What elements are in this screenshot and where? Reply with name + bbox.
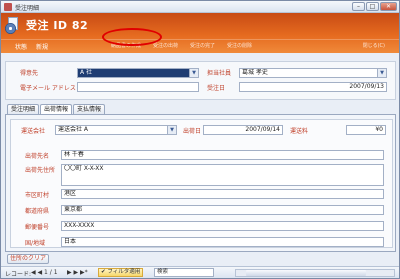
order-date-field[interactable]: 2007/09/13 [239, 82, 387, 92]
record-navigation-bar: レコード: ◀ ◀ 1 / 1 ▶ ▶ ▶* ✔ フィルタ適用 検索 [1, 266, 399, 278]
close-window-button[interactable]: ✕ [380, 2, 397, 11]
clear-address-button[interactable]: 住所のクリア [7, 254, 50, 264]
maximize-button[interactable]: □ [366, 2, 379, 11]
prefecture-field[interactable]: 東京都 [61, 205, 384, 215]
order-status: 状態 新規 [15, 42, 57, 51]
tab-order-details[interactable]: 受注明細 [7, 104, 40, 114]
city-field[interactable]: 港区 [61, 189, 384, 199]
shipping-details-panel: 運送会社 運送会社 A ▼ 出荷日 2007/09/14 運送料 ¥0 出荷先名… [10, 119, 393, 248]
window-titlebar: 受注明細 – □ ✕ [1, 1, 399, 13]
order-detail-window: 受注明細 – □ ✕ 受注 ID 82 状態 新規 納品書の作成 受注の出荷 受注… [0, 0, 400, 279]
salesperson-value: 葛城 孝史 [242, 69, 268, 76]
order-date-label: 受注日 [207, 85, 226, 92]
country-field[interactable]: 日本 [61, 237, 384, 247]
order-info-panel: 得意先 A 社 ▼ 電子メール アドレス 担当社員 葛城 孝史 ▼ 受注日 20… [5, 61, 396, 100]
customer-value: A 社 [80, 69, 93, 76]
record-label: レコード: [5, 271, 32, 278]
zip-field[interactable]: XXX-XXXX [61, 221, 384, 231]
status-label: 状態 [15, 44, 28, 51]
zip-label: 郵便番号 [25, 224, 50, 231]
ship-name-label: 出荷先名 [25, 153, 50, 160]
search-input[interactable]: 検索 [154, 268, 214, 277]
shipping-fee-field[interactable]: ¥0 [346, 125, 386, 135]
chevron-down-icon[interactable]: ▼ [167, 126, 176, 134]
ship-order-button[interactable]: 受注の出荷 [153, 42, 178, 49]
customer-label: 得意先 [20, 70, 39, 77]
close-form-button[interactable]: 閉じる(C) [363, 42, 385, 49]
tab-payment-info[interactable]: 支払情報 [73, 104, 106, 114]
chevron-down-icon[interactable]: ▼ [377, 69, 386, 77]
minimize-button[interactable]: – [352, 2, 365, 11]
delete-order-button[interactable]: 受注の削除 [227, 42, 252, 49]
prefecture-label: 都道府県 [25, 208, 50, 215]
carrier-value: 運送会社 A [58, 126, 89, 133]
city-label: 市区町村 [25, 192, 50, 199]
shipping-fee-label: 運送料 [290, 128, 309, 135]
chevron-down-icon[interactable]: ▼ [189, 69, 198, 77]
carrier-label: 運送会社 [21, 128, 46, 135]
window-title: 受注明細 [15, 5, 40, 12]
horizontal-scrollbar[interactable] [235, 269, 395, 277]
order-form-icon [5, 17, 19, 35]
ship-date-label: 出荷日 [183, 128, 202, 135]
record-next-buttons[interactable]: ▶ ▶ ▶* [67, 269, 88, 276]
ship-address-field[interactable]: 〇〇町 X-X-XX [61, 164, 384, 186]
record-position[interactable]: ◀ ◀ 1 / 1 [31, 269, 58, 276]
status-value: 新規 [36, 44, 49, 51]
customer-combobox[interactable]: A 社 ▼ [77, 68, 199, 78]
complete-order-button[interactable]: 受注の完了 [190, 42, 215, 49]
form-header: 受注 ID 82 状態 新規 納品書の作成 受注の出荷 受注の完了 受注の削除 閉… [1, 13, 399, 53]
ship-name-field[interactable]: 林 千春 [61, 150, 384, 160]
salesperson-combobox[interactable]: 葛城 孝史 ▼ [239, 68, 387, 78]
highlight-circle [102, 28, 162, 46]
ship-date-field[interactable]: 2007/09/14 [203, 125, 283, 135]
shipping-tab-pane: 運送会社 運送会社 A ▼ 出荷日 2007/09/14 運送料 ¥0 出荷先名… [5, 114, 396, 252]
carrier-combobox[interactable]: 運送会社 A ▼ [55, 125, 177, 135]
form-title: 受注 ID 82 [26, 19, 89, 32]
country-label: 国/地域 [25, 240, 46, 247]
scrollbar-thumb[interactable] [246, 270, 366, 276]
email-field[interactable] [77, 82, 199, 92]
access-form-icon [4, 3, 12, 11]
email-label: 電子メール アドレス [20, 85, 76, 92]
filter-label: フィルタ適用 [107, 269, 141, 275]
salesperson-label: 担当社員 [207, 70, 232, 77]
filter-applied-toggle[interactable]: ✔ フィルタ適用 [98, 268, 144, 277]
ship-address-label: 出荷先住所 [25, 167, 56, 174]
